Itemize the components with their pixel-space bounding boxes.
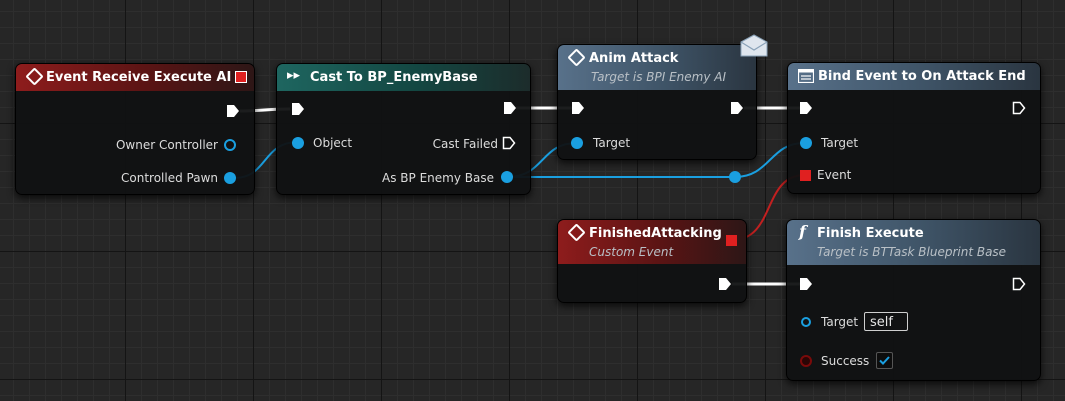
node-title: Event Receive Execute AI (46, 70, 232, 85)
node-header: Event Receive Execute AI (16, 64, 254, 91)
bind-event-icon (798, 69, 814, 83)
event-label: Event (817, 168, 852, 182)
target-pin[interactable] (801, 317, 811, 327)
object-label: Object (313, 136, 353, 150)
node-subtitle: Target is BTTask Blueprint Base (817, 245, 1007, 259)
controlled-pawn-pin[interactable] (224, 172, 236, 184)
as-bp-enemy-base-label: As BP Enemy Base (382, 171, 494, 185)
owner-controller-pin[interactable] (224, 139, 236, 151)
anim-attack-node[interactable]: Anim Attack Target is BPI Enemy AI (557, 44, 757, 160)
exec-out-pin[interactable] (730, 101, 744, 115)
exec-in-pin[interactable] (571, 101, 585, 115)
then-out-pin[interactable] (1012, 101, 1026, 115)
node-header: Anim Attack Target is BPI Enemy AI (558, 45, 756, 90)
delegate-pin[interactable] (235, 71, 247, 83)
exec-out-pin[interactable] (503, 101, 517, 115)
target-label: Target (821, 136, 859, 150)
cast-arrows-icon: ▸▸ (287, 68, 301, 83)
node-title: Cast To BP_EnemyBase (310, 70, 478, 85)
target-pin[interactable] (571, 137, 583, 149)
event-delegate-pin[interactable] (800, 170, 811, 181)
node-title: Bind Event to On Attack End (818, 69, 1026, 84)
target-label: Target (821, 315, 859, 329)
cast-failed-pin[interactable] (502, 136, 516, 150)
exec-out-pin[interactable] (718, 277, 732, 291)
cast-failed-label: Cast Failed (432, 137, 498, 151)
diamond-icon (567, 223, 586, 243)
delegate-out-pin[interactable] (726, 235, 737, 246)
diamond-icon (567, 48, 586, 68)
success-checkbox[interactable] (876, 352, 893, 369)
success-pin[interactable] (800, 355, 812, 367)
target-pin[interactable] (800, 137, 812, 149)
exec-in-pin[interactable] (799, 101, 813, 115)
reroute-knot[interactable] (729, 171, 741, 183)
target-self-field[interactable]: self (864, 312, 908, 331)
node-title: FinishedAttacking (589, 226, 722, 241)
diamond-icon (25, 67, 44, 87)
target-label: Target (593, 136, 631, 150)
exec-out-pin[interactable] (1012, 277, 1026, 291)
object-pin[interactable] (292, 137, 304, 149)
node-header: ▸▸ Cast To BP_EnemyBase (277, 64, 530, 91)
node-title: Finish Execute (817, 226, 924, 241)
success-label: Success (821, 354, 870, 368)
envelope-icon (740, 34, 768, 57)
node-subtitle: Target is BPI Enemy AI (591, 70, 727, 84)
exec-in-pin[interactable] (291, 102, 305, 116)
node-title: Anim Attack (589, 51, 679, 66)
node-header: Bind Event to On Attack End (788, 63, 1040, 90)
exec-out-pin[interactable] (226, 104, 240, 118)
node-header: FinishedAttacking Custom Event (558, 220, 746, 264)
function-f-icon: f (799, 222, 806, 241)
owner-controller-label: Owner Controller (115, 138, 218, 152)
checkmark-icon (879, 356, 890, 365)
node-header: f Finish Execute Target is BTTask Bluepr… (787, 220, 1040, 265)
exec-in-pin[interactable] (799, 277, 813, 291)
controlled-pawn-label: Controlled Pawn (121, 171, 218, 185)
as-bp-enemy-base-pin[interactable] (501, 171, 513, 183)
node-subtitle: Custom Event (589, 245, 674, 259)
